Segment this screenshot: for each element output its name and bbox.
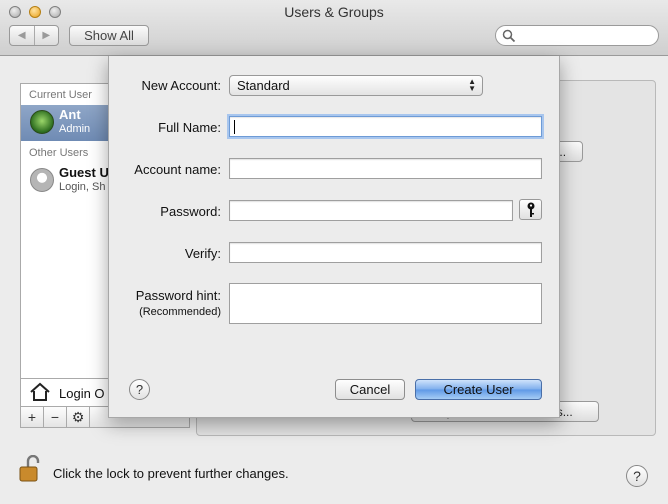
chevron-right-icon[interactable]: ▶ [33, 26, 59, 45]
users-groups-window: Users & Groups ◀ ▶ Show All Current User… [0, 0, 668, 504]
new-account-sheet: New Account: Standard ▲ ▼ Full Name: Acco… [108, 56, 560, 418]
current-user-header: Current User [29, 89, 92, 101]
user-role: Admin [59, 123, 91, 135]
key-icon [527, 202, 534, 217]
title-bar: Users & Groups ◀ ▶ Show All [0, 0, 668, 56]
user-role: Login, Sh [59, 181, 106, 193]
search-icon [502, 29, 516, 43]
password-assistant-button[interactable] [519, 199, 542, 220]
chevron-left-icon[interactable]: ◀ [10, 26, 34, 45]
house-icon [30, 382, 50, 401]
password-label: Password: [160, 204, 221, 219]
other-users-header: Other Users [29, 147, 89, 159]
lock-icon[interactable] [18, 455, 46, 483]
password-hint-label: Password hint: [135, 288, 221, 303]
password-hint-field[interactable] [229, 283, 542, 324]
cancel-button[interactable]: Cancel [335, 379, 405, 400]
search-field[interactable] [495, 25, 659, 46]
gear-icon[interactable]: ⚙ [67, 407, 90, 427]
login-options-label: Login O [59, 386, 105, 401]
verify-label: Verify: [184, 246, 221, 261]
popup-arrows-icon: ▲ ▼ [468, 77, 476, 93]
user-name: Ant [59, 107, 81, 122]
help-button[interactable]: ? [626, 465, 648, 487]
full-name-field[interactable] [229, 116, 542, 137]
text-caret [234, 120, 235, 134]
add-user-button[interactable]: + [21, 407, 44, 427]
full-name-label: Full Name: [158, 120, 221, 135]
window-title: Users & Groups [284, 4, 384, 20]
account-type-popup[interactable]: Standard ▲ ▼ [229, 75, 483, 96]
create-user-button[interactable]: Create User [415, 379, 542, 400]
account-type-value: Standard [237, 78, 290, 93]
lock-row: Click the lock to prevent further change… [18, 455, 338, 485]
sheet-help-button[interactable]: ? [129, 379, 150, 400]
new-account-label: New Account: [141, 78, 222, 93]
account-name-field[interactable] [229, 158, 542, 179]
show-all-button[interactable]: Show All [69, 25, 149, 46]
account-name-label: Account name: [134, 162, 221, 177]
password-field[interactable] [229, 200, 513, 221]
guest-avatar-icon [30, 168, 54, 192]
verify-field[interactable] [229, 242, 542, 263]
avatar [30, 110, 54, 134]
remove-user-button[interactable]: − [44, 407, 67, 427]
user-name: Guest U [59, 165, 109, 180]
lock-text: Click the lock to prevent further change… [53, 466, 289, 481]
back-forward-control: ◀ ▶ [9, 25, 59, 46]
password-hint-sublabel: (Recommended) [139, 306, 221, 318]
